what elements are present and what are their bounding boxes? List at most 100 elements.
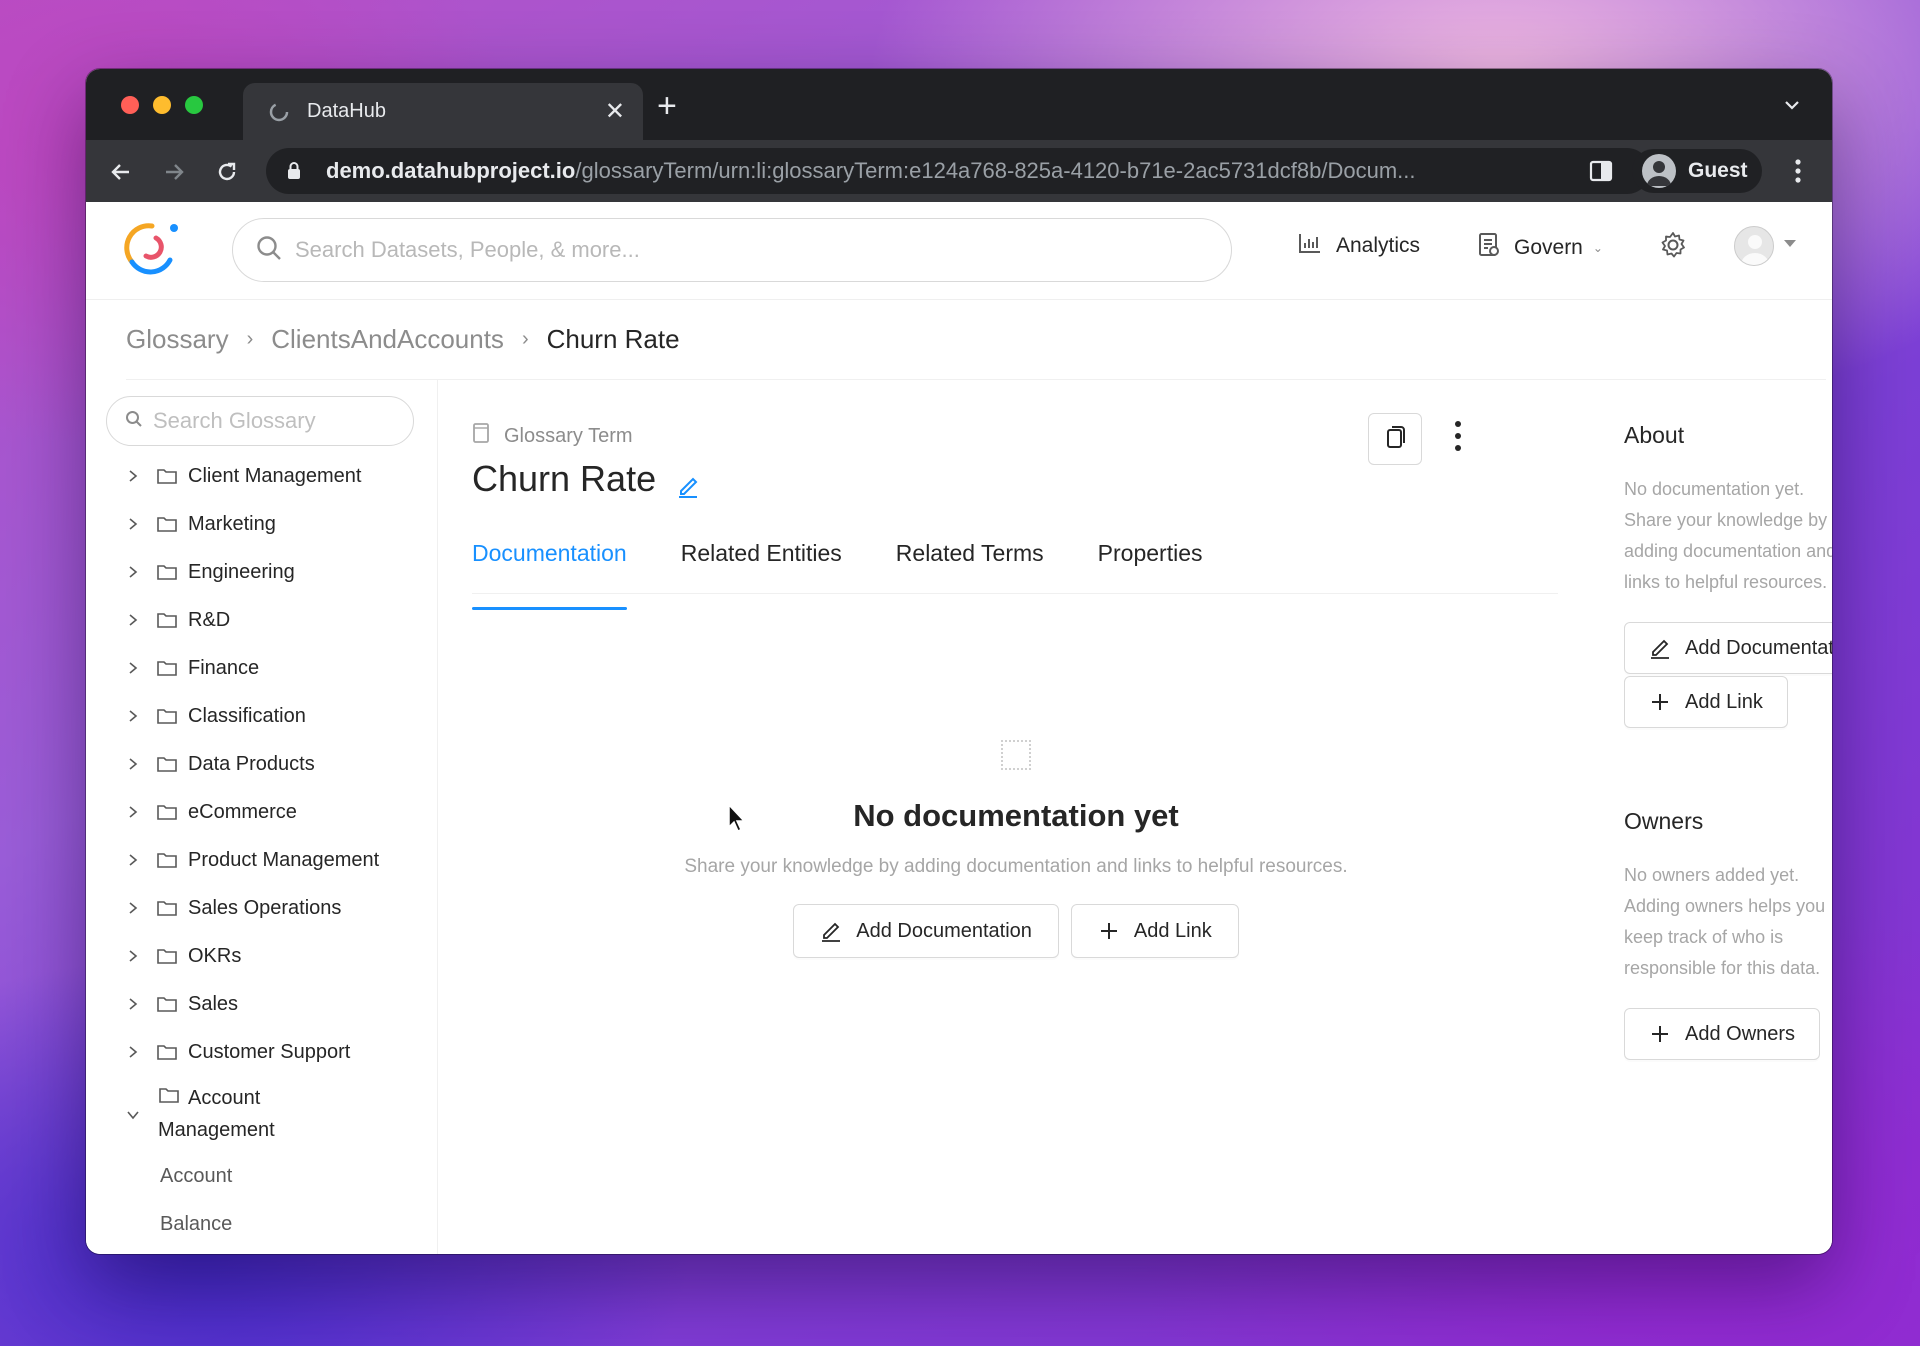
glossary-node-expanded[interactable]: Account Management	[86, 1076, 437, 1152]
empty-state-description: Share your knowledge by adding documenta…	[684, 856, 1348, 877]
browser-menu-icon[interactable]	[1794, 158, 1802, 184]
glossary-node-label: Product Management	[188, 848, 380, 871]
glossary-node[interactable]: Sales Operations	[86, 884, 437, 932]
glossary-node[interactable]: eCommerce	[86, 788, 437, 836]
chevron-right-icon[interactable]	[126, 709, 140, 723]
add-link-label: Add Link	[1133, 919, 1212, 942]
glossary-node-label: OKRs	[188, 944, 242, 967]
maximize-window-button[interactable]	[185, 96, 203, 114]
glossary-node[interactable]: Product Management	[86, 836, 437, 884]
new-tab-button[interactable]: +	[657, 89, 677, 123]
chevron-right-icon[interactable]	[126, 517, 140, 531]
glossary-node[interactable]: Finance	[86, 644, 437, 692]
tab-properties[interactable]: Properties	[1098, 532, 1203, 593]
tab-documentation[interactable]: Documentation	[472, 532, 627, 610]
add-documentation-button[interactable]: Add Documentation	[793, 904, 1059, 958]
govern-menu[interactable]: Govern ⌄	[1478, 232, 1603, 264]
close-window-button[interactable]	[121, 96, 139, 114]
lock-icon[interactable]	[286, 161, 304, 181]
folder-icon	[156, 995, 178, 1013]
glossary-node[interactable]: Data Products	[86, 740, 437, 788]
global-search-input[interactable]	[295, 237, 1155, 263]
entity-tabs: Documentation Related Entities Related T…	[472, 532, 1558, 610]
global-search-bar[interactable]	[232, 218, 1232, 282]
url-text: demo.datahubproject.io/glossaryTerm/urn:…	[326, 158, 1416, 183]
forward-icon[interactable]	[161, 159, 187, 185]
tab-related-terms[interactable]: Related Terms	[896, 532, 1044, 593]
glossary-node[interactable]: OKRs	[86, 932, 437, 980]
about-add-documentation-label: Add Documentation	[1685, 636, 1832, 659]
folder-icon	[156, 611, 178, 629]
folder-icon	[156, 851, 178, 869]
chevron-right-icon[interactable]	[126, 469, 140, 483]
browser-titlebar: DataHub ✕ +	[86, 69, 1832, 140]
side-panel-icon[interactable]	[1588, 158, 1614, 184]
analytics-link[interactable]: Analytics	[1298, 232, 1420, 260]
folder-icon	[156, 467, 178, 485]
about-add-documentation-button[interactable]: Add Documentation	[1624, 622, 1832, 674]
reload-icon[interactable]	[214, 159, 240, 185]
main-content: Glossary Term Churn Rate Documentation R…	[438, 380, 1594, 1254]
add-owners-button[interactable]: Add Owners	[1624, 1008, 1821, 1060]
glossary-term-item[interactable]: Balance	[86, 1200, 437, 1248]
glossary-node[interactable]: Engineering	[86, 548, 437, 596]
glossary-node[interactable]: Marketing	[86, 500, 437, 548]
profile-button[interactable]: Guest	[1632, 149, 1762, 193]
folder-icon	[156, 947, 178, 965]
chevron-right-icon[interactable]	[126, 997, 140, 1011]
chevron-right-icon[interactable]	[126, 613, 140, 627]
about-text: No documentation yet. Share your knowled…	[1624, 479, 1832, 592]
tab-related-entities[interactable]: Related Entities	[681, 532, 842, 593]
datahub-logo[interactable]	[118, 218, 188, 278]
folder-icon	[156, 899, 178, 917]
glossary-node[interactable]: R&D	[86, 596, 437, 644]
chevron-right-icon[interactable]	[126, 757, 140, 771]
glossary-node-label: Sales	[188, 992, 239, 1015]
glossary-node-label: Customer Support	[188, 1040, 351, 1063]
minimize-window-button[interactable]	[153, 96, 171, 114]
edit-icon	[1649, 637, 1671, 659]
about-add-link-button[interactable]: Add Link	[1624, 676, 1788, 728]
more-options-icon[interactable]	[1448, 416, 1468, 456]
gear-icon[interactable]	[1658, 230, 1688, 260]
tab-close-icon[interactable]: ✕	[605, 99, 625, 124]
breadcrumb-clients-and-accounts[interactable]: ClientsAndAccounts	[271, 324, 504, 355]
owners-heading: Owners	[1624, 808, 1704, 834]
chevron-right-icon[interactable]	[126, 661, 140, 675]
chevron-down-icon: ⌄	[1592, 241, 1603, 255]
glossary-node[interactable]: Client Management	[86, 452, 437, 500]
glossary-node[interactable]: Sales	[86, 980, 437, 1028]
glossary-term-item[interactable]: Account	[86, 1152, 437, 1200]
browser-tab[interactable]: DataHub ✕	[243, 83, 643, 140]
chevron-right-icon: ›	[246, 328, 254, 350]
glossary-node-label: Marketing	[188, 512, 276, 535]
add-link-button[interactable]: Add Link	[1070, 904, 1239, 958]
copy-urn-button[interactable]	[1368, 413, 1422, 465]
chevron-down-icon[interactable]	[1782, 95, 1802, 115]
browser-window: DataHub ✕ + demo.datahubproject.io/gloss…	[86, 69, 1832, 1254]
glossary-node[interactable]: Customer Support	[86, 1028, 437, 1076]
glossary-node-label: Data Products	[188, 752, 315, 775]
glossary-search-box[interactable]	[106, 396, 414, 446]
chevron-right-icon[interactable]	[126, 949, 140, 963]
edit-pencil-icon[interactable]	[676, 466, 700, 498]
glossary-search-input[interactable]	[153, 408, 393, 434]
glossary-node-label: R&D	[188, 608, 231, 631]
address-bar[interactable]: demo.datahubproject.io/glossaryTerm/urn:…	[266, 148, 1650, 194]
chevron-right-icon[interactable]	[126, 805, 140, 819]
search-icon	[125, 410, 143, 433]
chevron-right-icon[interactable]	[126, 853, 140, 867]
chevron-right-icon[interactable]	[126, 565, 140, 579]
glossary-node[interactable]: Classification	[86, 692, 437, 740]
chevron-right-icon[interactable]	[126, 1045, 140, 1059]
breadcrumb-current: Churn Rate	[546, 324, 680, 354]
chevron-right-icon[interactable]	[126, 901, 140, 915]
govern-label: Govern	[1514, 236, 1583, 259]
caret-down-icon[interactable]	[1784, 240, 1796, 247]
chevron-down-icon[interactable]	[126, 1108, 140, 1122]
breadcrumb-glossary[interactable]: Glossary	[126, 324, 229, 355]
empty-state-actions: Add Documentation Add Link	[793, 904, 1239, 958]
book-icon	[472, 422, 490, 450]
back-icon[interactable]	[108, 159, 134, 185]
user-avatar[interactable]	[1734, 226, 1774, 266]
